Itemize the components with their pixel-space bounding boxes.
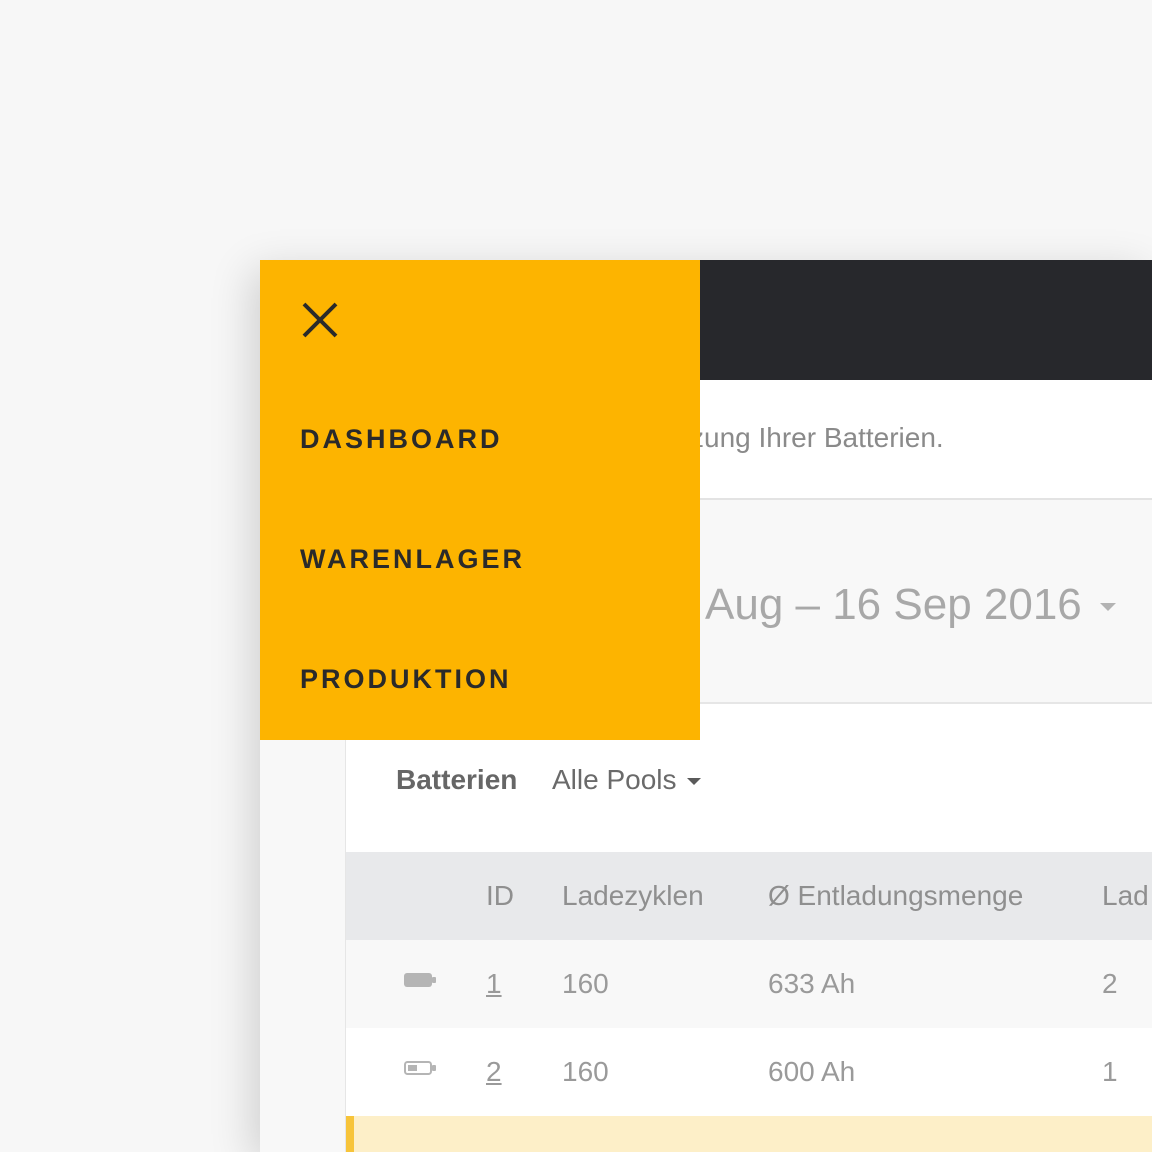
table-row-highlighted[interactable] <box>346 1116 1152 1152</box>
menu-item-produktion[interactable]: PRODUKTION <box>300 664 512 695</box>
side-menu: DASHBOARD WARENLAGER PRODUKTION <box>260 260 700 740</box>
menu-item-warenlager[interactable]: WARENLAGER <box>300 544 525 575</box>
lad-cell: 2 <box>1102 968 1118 999</box>
table-row[interactable]: 2 160 600 Ah 1 <box>346 1028 1152 1116</box>
column-header-ladezyklen[interactable]: Ladezyklen <box>562 880 704 912</box>
row-id-link[interactable]: 1 <box>486 968 502 999</box>
card-title: Batterien <box>396 764 518 795</box>
date-range-selector[interactable]: Aug – 16 Sep 2016 <box>705 580 1116 630</box>
lad-cell: 1 <box>1102 1056 1118 1087</box>
chevron-down-icon <box>1099 603 1116 612</box>
menu-item-dashboard[interactable]: DASHBOARD <box>300 424 503 455</box>
table-header: ID Ladezyklen Ø Entladungsmenge Lad <box>346 852 1152 940</box>
row-id-link[interactable]: 2 <box>486 1056 502 1087</box>
table-row[interactable]: 1 160 633 Ah 2 <box>346 940 1152 1028</box>
entladungsmenge-cell: 633 Ah <box>768 968 856 999</box>
battery-full-icon <box>404 973 436 987</box>
batteries-card: Batterien Alle Pools ID Ladezyklen Ø Ent… <box>345 704 1152 1152</box>
intro-text: zung Ihrer Batterien. <box>690 422 944 453</box>
pool-select[interactable]: Alle Pools <box>552 764 701 796</box>
close-icon[interactable] <box>298 298 342 342</box>
column-header-lad[interactable]: Lad <box>1102 880 1149 912</box>
entladungsmenge-cell: 600 Ah <box>768 1056 856 1087</box>
column-header-entladungsmenge[interactable]: Ø Entladungsmenge <box>768 880 1023 912</box>
date-range-label: Aug – 16 Sep 2016 <box>705 580 1082 629</box>
battery-low-icon <box>404 1061 436 1075</box>
chevron-down-icon <box>686 778 701 786</box>
row-id-cell: 2 <box>486 1056 502 1088</box>
ladezyklen-cell: 160 <box>562 1056 609 1087</box>
ladezyklen-cell: 160 <box>562 968 609 999</box>
column-header-id[interactable]: ID <box>486 880 514 912</box>
pool-select-label: Alle Pools <box>552 764 677 795</box>
row-id-cell: 1 <box>486 968 502 1000</box>
